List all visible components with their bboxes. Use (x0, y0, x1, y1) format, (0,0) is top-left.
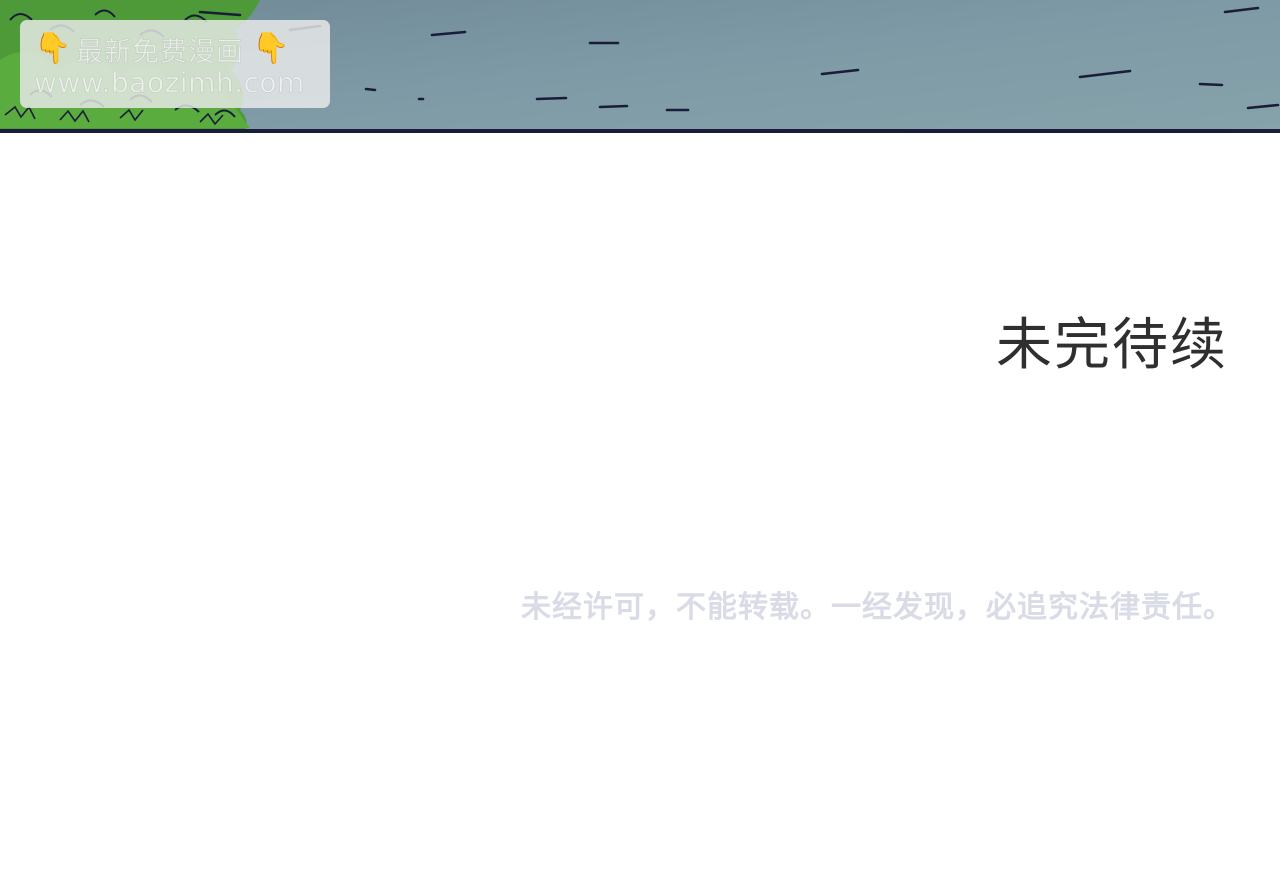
watermark-title-row: 👇 最新免费漫画 👇 (34, 30, 316, 68)
comic-page: 👇 最新免费漫画 👇 www.baozimh.com 未完待续 未经许可，不能转… (0, 0, 1280, 883)
copyright-notice: 未经许可，不能转载。一经发现，必追究法律责任。 (521, 590, 1234, 625)
site-watermark: 👇 最新免费漫画 👇 www.baozimh.com (20, 20, 330, 108)
panel-border (0, 129, 1280, 133)
to-be-continued-caption: 未完待续 (996, 313, 1228, 378)
watermark-title: 最新免费漫画 (76, 36, 244, 68)
pointing-down-hand-icon: 👇 (252, 31, 290, 66)
pointing-down-hand-icon: 👇 (34, 31, 72, 66)
watermark-url: www.baozimh.com (34, 66, 305, 100)
